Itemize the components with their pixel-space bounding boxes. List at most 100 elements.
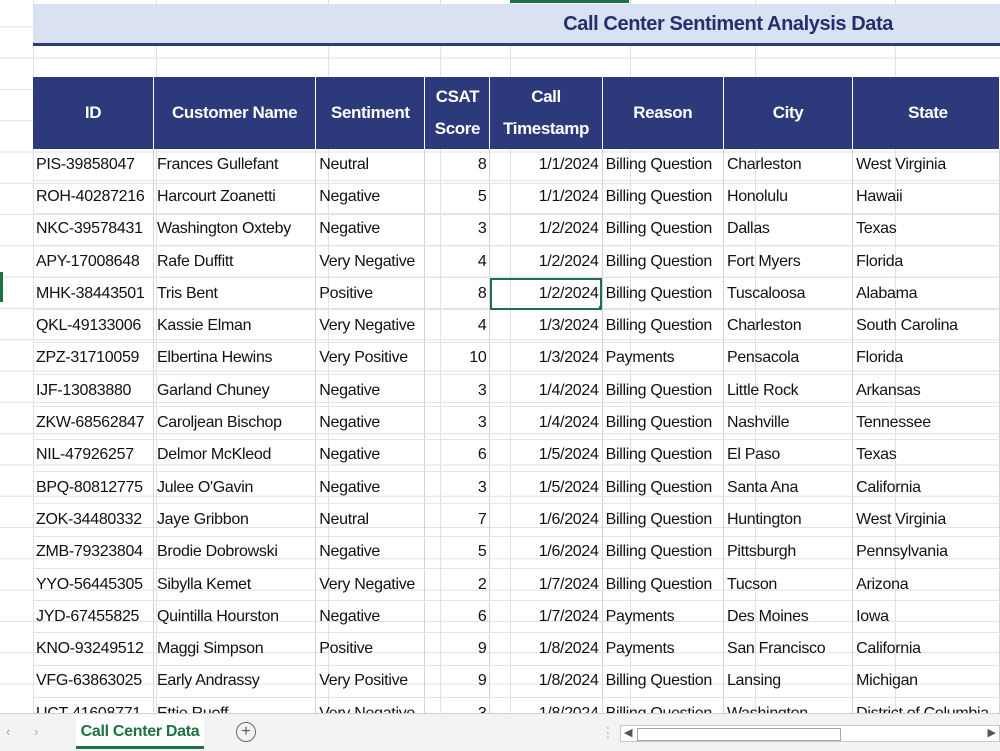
cell-customer-name[interactable]: Ettie Ruoff bbox=[153, 697, 317, 713]
cell-city[interactable]: Fort Myers bbox=[723, 245, 854, 279]
cell-sentiment[interactable]: Negative bbox=[315, 600, 426, 634]
cell-customer-name[interactable]: Julee O'Gavin bbox=[153, 471, 317, 505]
cell-sentiment[interactable]: Very Negative bbox=[315, 697, 426, 713]
cell-customer-name[interactable]: Frances Gullefant bbox=[153, 149, 317, 182]
cell-csat-score[interactable]: 3 bbox=[424, 213, 491, 246]
cell-id[interactable]: ZKW-68562847 bbox=[33, 406, 154, 440]
cell-customer-name[interactable]: Washington Oxteby bbox=[153, 213, 317, 246]
cell-id[interactable]: BPQ-80812775 bbox=[33, 471, 154, 505]
cell-id[interactable]: KNO-93249512 bbox=[33, 632, 154, 666]
cell-call-timestamp[interactable]: 1/1/2024 bbox=[489, 180, 603, 214]
cell-state[interactable]: West Virginia bbox=[852, 149, 1000, 182]
tab-scroll-right-icon[interactable]: › bbox=[34, 724, 38, 739]
cell-sentiment[interactable]: Very Positive bbox=[315, 342, 426, 376]
cell-city[interactable]: Pittsburgh bbox=[723, 536, 854, 569]
cell-city[interactable]: Washington bbox=[723, 697, 854, 713]
cell-csat-score[interactable]: 2 bbox=[424, 568, 491, 602]
cell-reason[interactable]: Billing Question bbox=[602, 471, 724, 505]
cell-customer-name[interactable]: Jaye Gribbon bbox=[153, 503, 317, 537]
cell-state[interactable]: Texas bbox=[852, 439, 1000, 472]
cell-sentiment[interactable]: Positive bbox=[315, 632, 426, 666]
cell-sentiment[interactable]: Negative bbox=[315, 406, 426, 440]
cell-csat-score[interactable]: 3 bbox=[424, 471, 491, 505]
cell-state[interactable]: Texas bbox=[852, 213, 1000, 246]
tab-scroll-left-icon[interactable]: ‹ bbox=[6, 724, 10, 739]
column-header-city[interactable]: City bbox=[723, 77, 854, 149]
cell-state[interactable]: Florida bbox=[852, 342, 1000, 376]
cell-city[interactable]: San Francisco bbox=[723, 632, 854, 666]
cell-sentiment[interactable]: Very Negative bbox=[315, 245, 426, 279]
cell-call-timestamp[interactable]: 1/7/2024 bbox=[489, 600, 603, 634]
cell-customer-name[interactable]: Maggi Simpson bbox=[153, 632, 317, 666]
column-header-state[interactable]: State bbox=[852, 77, 1000, 149]
cell-city[interactable]: Lansing bbox=[723, 665, 854, 699]
cell-sentiment[interactable]: Negative bbox=[315, 213, 426, 246]
cell-reason[interactable]: Billing Question bbox=[602, 406, 724, 440]
cell-city[interactable]: Pensacola bbox=[723, 342, 854, 376]
cell-csat-score[interactable]: 3 bbox=[424, 697, 491, 713]
cell-reason[interactable]: Billing Question bbox=[602, 665, 724, 699]
cell-reason[interactable]: Payments bbox=[602, 600, 724, 634]
cell-csat-score[interactable]: 9 bbox=[424, 665, 491, 699]
cell-call-timestamp[interactable]: 1/2/2024 bbox=[489, 245, 603, 279]
cell-csat-score[interactable]: 10 bbox=[424, 342, 491, 376]
more-options-icon[interactable]: ⋮ bbox=[601, 724, 615, 741]
cell-id[interactable]: IJF-13083880 bbox=[33, 374, 154, 408]
scroll-right-icon[interactable]: ▶ bbox=[988, 726, 996, 741]
cell-reason[interactable]: Billing Question bbox=[602, 309, 724, 343]
cell-sentiment[interactable]: Positive bbox=[315, 277, 426, 311]
horizontal-scrollbar[interactable]: ◀ ▶ bbox=[620, 725, 1000, 742]
cell-call-timestamp[interactable]: 1/1/2024 bbox=[489, 149, 603, 182]
cell-reason[interactable]: Billing Question bbox=[602, 374, 724, 408]
cell-sentiment[interactable]: Very Negative bbox=[315, 568, 426, 602]
cell-customer-name[interactable]: Harcourt Zoanetti bbox=[153, 180, 317, 214]
cell-csat-score[interactable]: 5 bbox=[424, 180, 491, 214]
cell-state[interactable]: California bbox=[852, 632, 1000, 666]
cell-sentiment[interactable]: Very Positive bbox=[315, 665, 426, 699]
cell-reason[interactable]: Billing Question bbox=[602, 536, 724, 569]
cell-customer-name[interactable]: Quintilla Hourston bbox=[153, 600, 317, 634]
cell-call-timestamp[interactable]: 1/8/2024 bbox=[489, 697, 603, 713]
cell-reason[interactable]: Billing Question bbox=[602, 149, 724, 182]
cell-csat-score[interactable]: 9 bbox=[424, 632, 491, 666]
cell-state[interactable]: Florida bbox=[852, 245, 1000, 279]
column-header-csat-score[interactable]: CSAT Score bbox=[424, 77, 491, 149]
cell-state[interactable]: Tennessee bbox=[852, 406, 1000, 440]
cell-call-timestamp[interactable]: 1/8/2024 bbox=[489, 632, 603, 666]
cell-sentiment[interactable]: Negative bbox=[315, 374, 426, 408]
cell-id[interactable]: ZPZ-31710059 bbox=[33, 342, 154, 376]
cell-id[interactable]: YYO-56445305 bbox=[33, 568, 154, 602]
cell-customer-name[interactable]: Tris Bent bbox=[153, 277, 317, 311]
cell-state[interactable]: Alabama bbox=[852, 277, 1000, 311]
cell-csat-score[interactable]: 4 bbox=[424, 309, 491, 343]
cell-reason[interactable]: Payments bbox=[602, 342, 724, 376]
column-header-reason[interactable]: Reason bbox=[602, 77, 724, 149]
cell-id[interactable]: JYD-67455825 bbox=[33, 600, 154, 634]
cell-reason[interactable]: Billing Question bbox=[602, 245, 724, 279]
cell-csat-score[interactable]: 8 bbox=[424, 149, 491, 182]
cell-customer-name[interactable]: Elbertina Hewins bbox=[153, 342, 317, 376]
cell-sentiment[interactable]: Very Negative bbox=[315, 309, 426, 343]
cell-sentiment[interactable]: Negative bbox=[315, 536, 426, 569]
cell-city[interactable]: Huntington bbox=[723, 503, 854, 537]
sheet-tab-call-center-data[interactable]: Call Center Data bbox=[76, 714, 204, 749]
cell-state[interactable]: District of Columbia bbox=[852, 697, 1000, 713]
cell-csat-score[interactable]: 4 bbox=[424, 245, 491, 279]
cell-call-timestamp[interactable]: 1/7/2024 bbox=[489, 568, 603, 602]
cell-id[interactable]: MHK-38443501 bbox=[33, 277, 154, 311]
worksheet-grid[interactable]: Call Center Sentiment Analysis Data ID C… bbox=[0, 0, 1000, 713]
cell-customer-name[interactable]: Caroljean Bischop bbox=[153, 406, 317, 440]
cell-reason[interactable]: Payments bbox=[602, 632, 724, 666]
cell-state[interactable]: Michigan bbox=[852, 665, 1000, 699]
cell-customer-name[interactable]: Kassie Elman bbox=[153, 309, 317, 343]
cell-state[interactable]: Arizona bbox=[852, 568, 1000, 602]
cell-customer-name[interactable]: Brodie Dobrowski bbox=[153, 536, 317, 569]
cell-id[interactable]: PIS-39858047 bbox=[33, 149, 154, 182]
cell-city[interactable]: El Paso bbox=[723, 439, 854, 472]
cell-city[interactable]: Little Rock bbox=[723, 374, 854, 408]
cell-id[interactable]: NKC-39578431 bbox=[33, 213, 154, 246]
scrollbar-thumb[interactable] bbox=[637, 728, 841, 741]
cell-reason[interactable]: Billing Question bbox=[602, 503, 724, 537]
cell-id[interactable]: ROH-40287216 bbox=[33, 180, 154, 214]
column-header-id[interactable]: ID bbox=[33, 77, 154, 149]
